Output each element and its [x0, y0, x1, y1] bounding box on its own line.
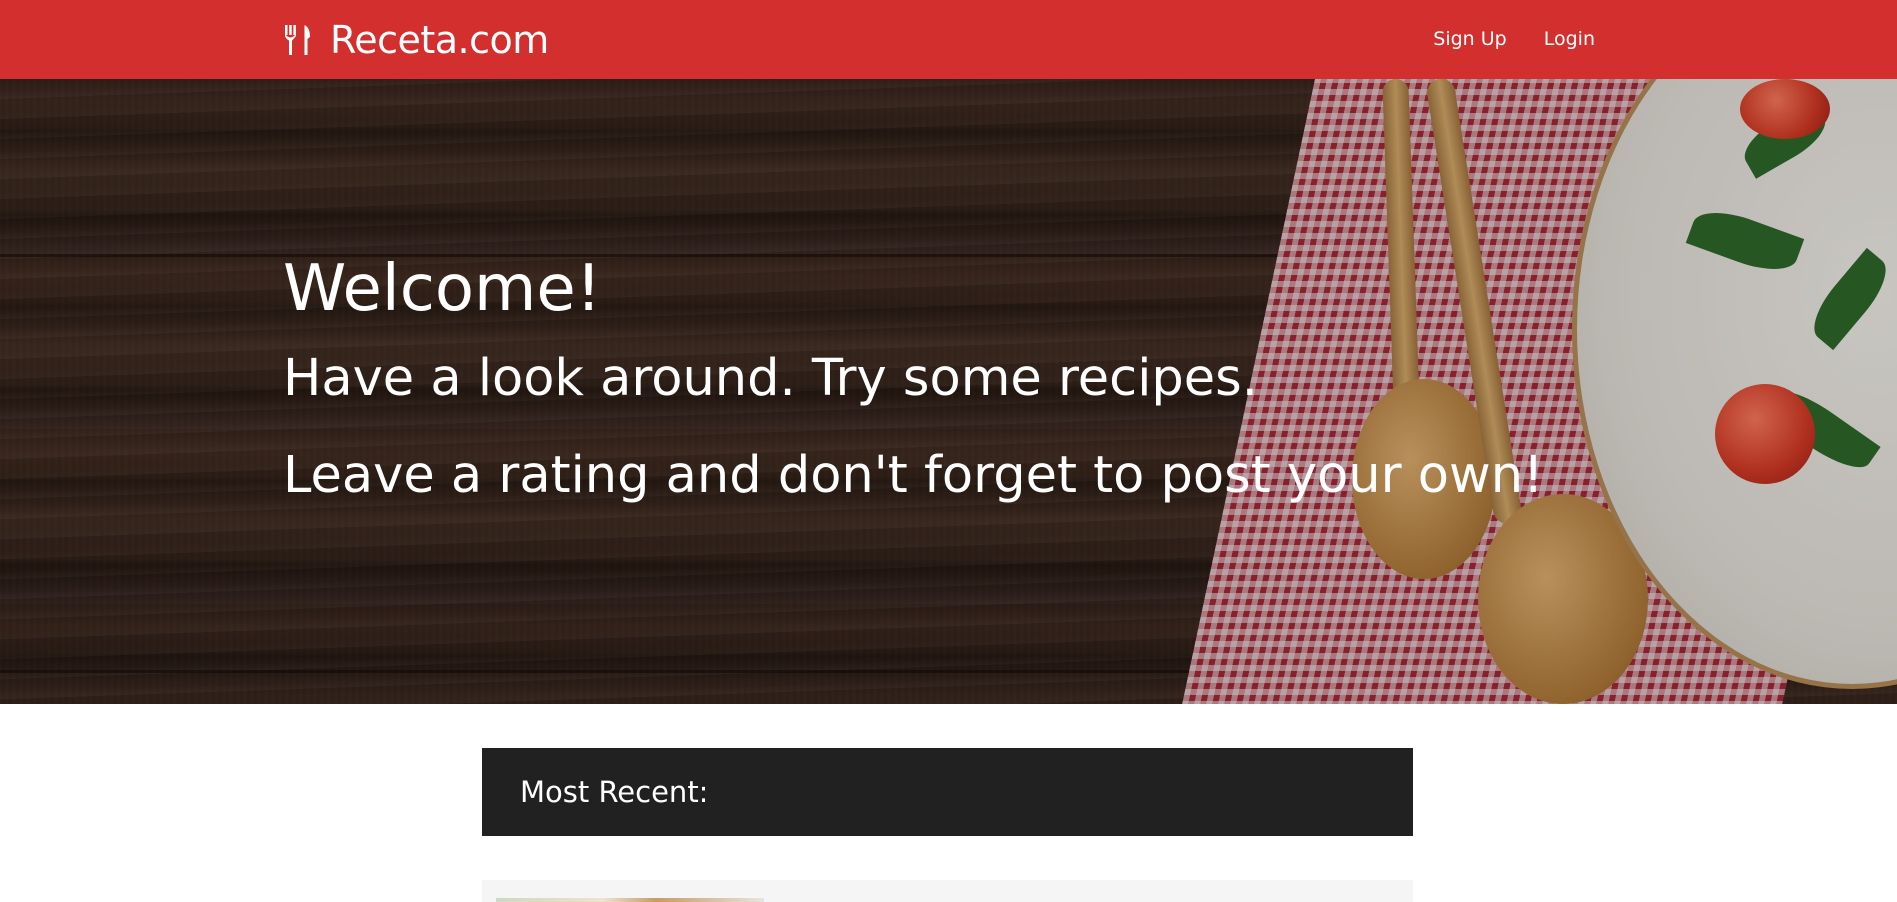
hero-title: Welcome! [283, 252, 602, 326]
fork-knife-icon [283, 25, 311, 55]
brand-name: Receta.com [330, 18, 549, 62]
top-navbar: Receta.com Sign Up Login [0, 0, 1897, 79]
most-recent-title: Most Recent: [520, 775, 709, 809]
hero-subtagline: Leave a rating and don't forget to post … [283, 446, 1544, 505]
hero-tagline: Have a look around. Try some recipes. [283, 349, 1258, 408]
most-recent-header: Most Recent: [482, 748, 1413, 836]
recipe-card[interactable] [482, 880, 1413, 902]
nav-links: Sign Up Login [1433, 24, 1595, 54]
login-link[interactable]: Login [1544, 24, 1595, 54]
brand-link[interactable]: Receta.com [283, 16, 549, 64]
sign-up-link[interactable]: Sign Up [1433, 24, 1506, 54]
recipe-thumbnail[interactable] [496, 898, 764, 902]
hero-banner: Welcome! Have a look around. Try some re… [0, 79, 1897, 704]
